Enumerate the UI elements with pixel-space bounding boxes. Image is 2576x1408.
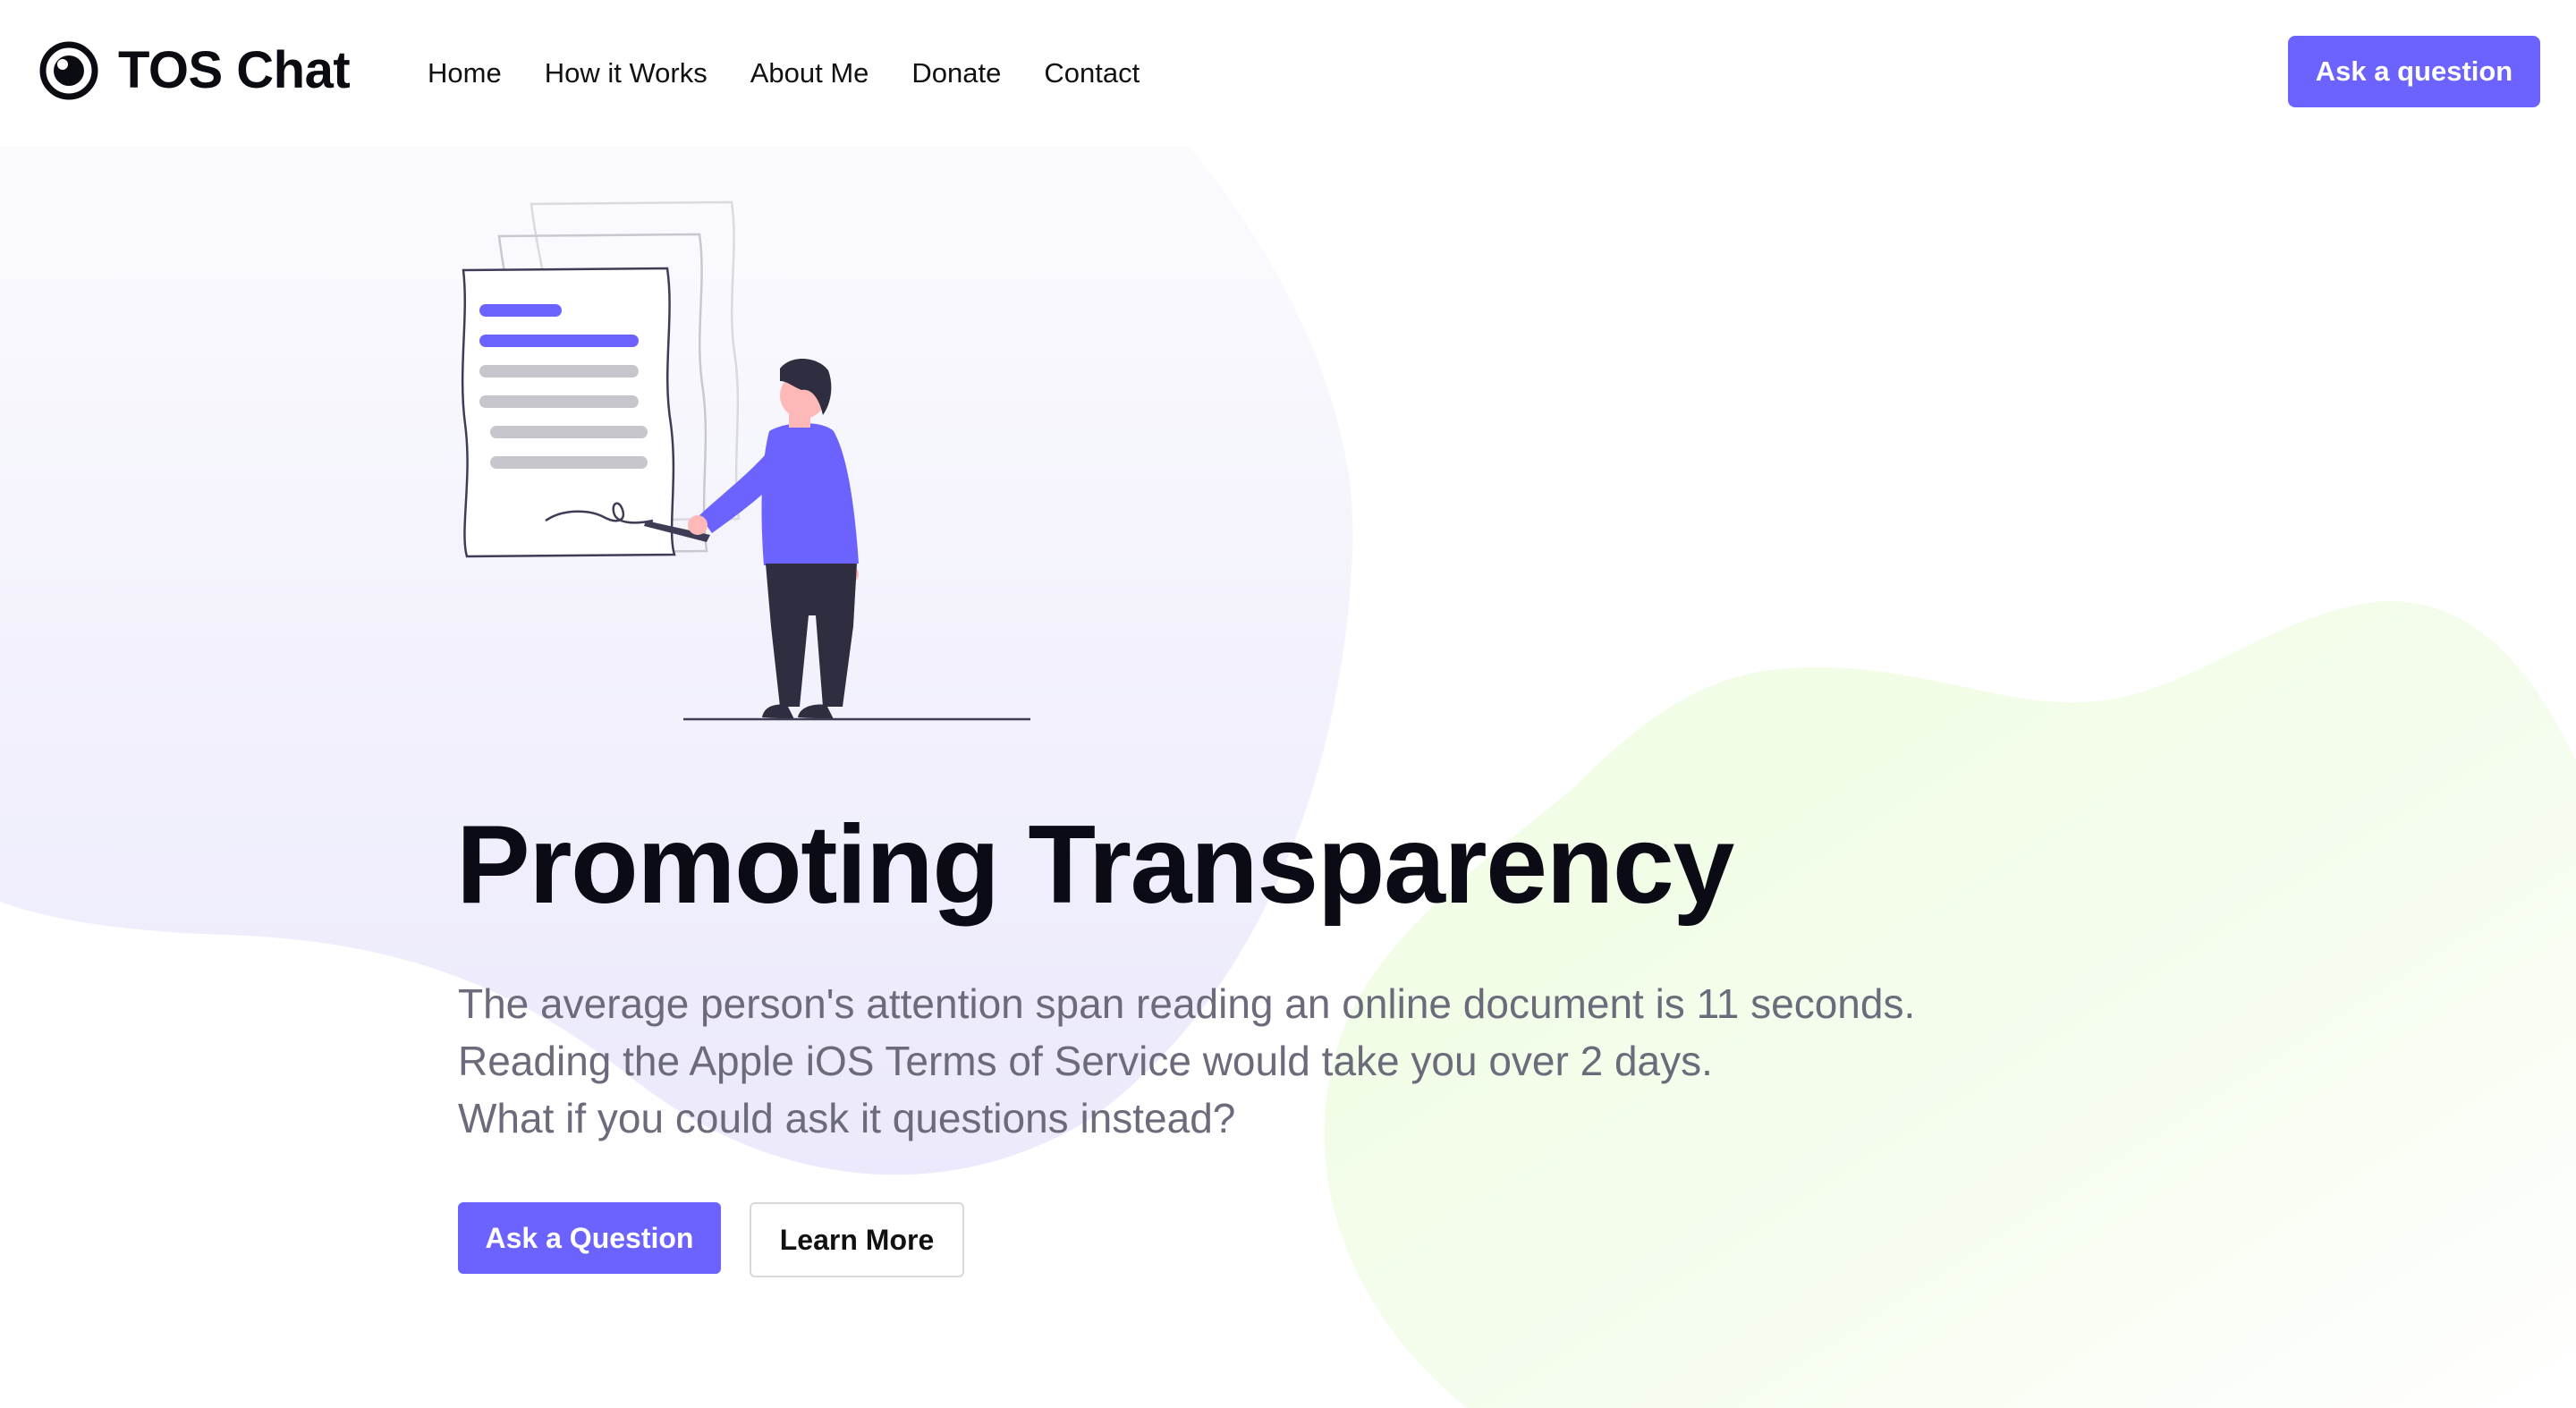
paper-line-5 (490, 426, 648, 438)
site-header: TOS Chat Home How it Works About Me Dona… (0, 0, 2576, 147)
nav-item-about-me[interactable]: About Me (750, 55, 869, 91)
paper-line-4 (479, 395, 639, 408)
nav-item-contact[interactable]: Contact (1044, 55, 1140, 91)
nav-item-home[interactable]: Home (428, 55, 502, 91)
nav-item-donate[interactable]: Donate (911, 55, 1001, 91)
hero-subtitle-line-1: The average person's attention span read… (458, 980, 1916, 1027)
paper-line-2 (479, 335, 639, 347)
person-torso (761, 423, 859, 565)
hero-subtitle-line-2: Reading the Apple iOS Terms of Service w… (458, 1038, 1713, 1084)
background-blobs (0, 147, 2576, 1408)
hero-subtitle: The average person's attention span read… (458, 975, 1915, 1147)
paper-line-3 (479, 365, 639, 377)
person-signing-document-illustration (461, 200, 1030, 721)
person-legs (766, 564, 857, 707)
paper-line-6 (490, 456, 648, 469)
main-nav: Home How it Works About Me Donate Contac… (428, 55, 1182, 91)
paper-line-1 (479, 304, 562, 317)
hero-subtitle-line-3: What if you could ask it questions inste… (458, 1095, 1236, 1141)
hero-actions: Ask a Question Learn More (458, 1202, 964, 1277)
nav-item-how-it-works[interactable]: How it Works (545, 55, 708, 91)
ask-question-header-button[interactable]: Ask a question (2288, 36, 2540, 107)
brand-logo-link[interactable]: TOS Chat (39, 41, 351, 100)
landing-page: TOS Chat Home How it Works About Me Dona… (0, 0, 2576, 1408)
ask-question-button[interactable]: Ask a Question (458, 1202, 721, 1274)
learn-more-button[interactable]: Learn More (750, 1202, 964, 1277)
brand-name: TOS Chat (118, 41, 351, 99)
person-hand (688, 515, 708, 535)
eye-logo-icon (39, 41, 98, 100)
hero-title: Promoting Transparency (456, 803, 1734, 927)
